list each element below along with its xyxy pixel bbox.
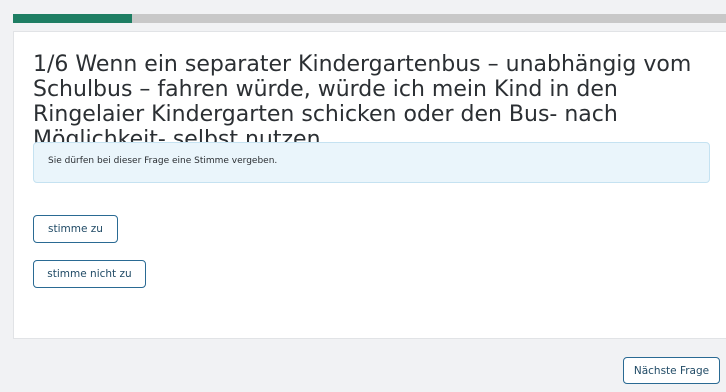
agree-button[interactable]: stimme zu: [33, 215, 118, 243]
survey-page: 1/6 Wenn ein separater Kindergartenbus –…: [0, 0, 726, 392]
question-card: 1/6 Wenn ein separater Kindergartenbus –…: [13, 31, 726, 339]
disagree-button[interactable]: stimme nicht zu: [33, 260, 146, 288]
info-box: Sie dürfen bei dieser Frage eine Stimme …: [33, 142, 710, 183]
next-question-button[interactable]: Nächste Frage: [623, 357, 720, 384]
question-text: 1/6 Wenn ein separater Kindergartenbus –…: [33, 52, 692, 152]
progress-bar: [13, 14, 726, 23]
info-text: Sie dürfen bei dieser Frage eine Stimme …: [48, 156, 278, 166]
progress-bar-fill: [13, 14, 133, 23]
